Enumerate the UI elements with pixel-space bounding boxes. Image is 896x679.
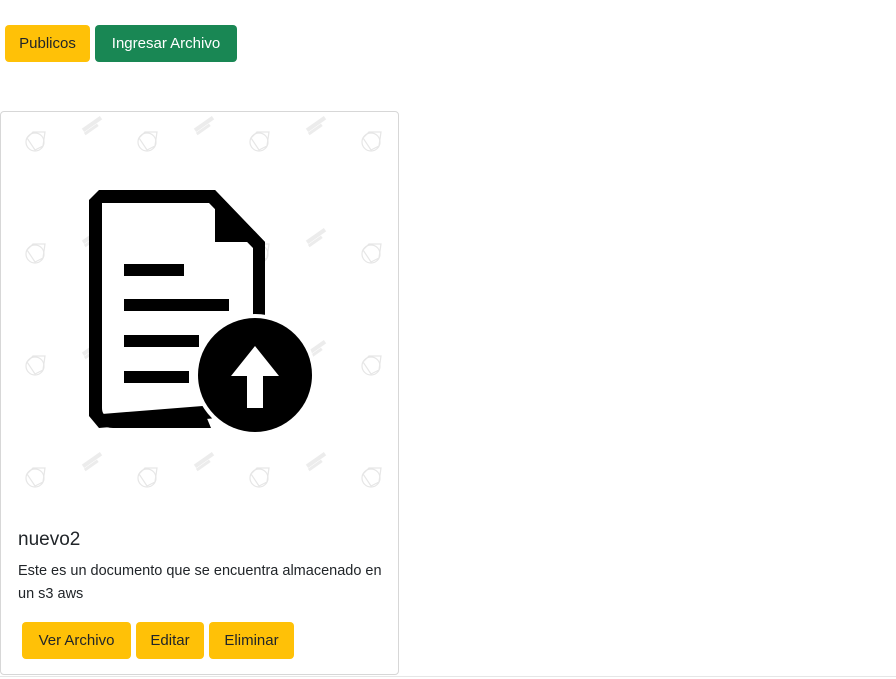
- card-title: nuevo2: [18, 529, 81, 550]
- eliminar-button[interactable]: Eliminar: [209, 622, 294, 659]
- card-description: Este es un documento que se encuentra al…: [18, 563, 382, 602]
- ingresar-archivo-button[interactable]: Ingresar Archivo: [95, 25, 237, 62]
- document-line: [124, 264, 184, 276]
- ver-archivo-button[interactable]: Ver Archivo: [22, 622, 131, 659]
- page-divider: [0, 676, 896, 677]
- publicos-button[interactable]: Publicos: [5, 25, 90, 62]
- document-line: [124, 371, 189, 383]
- file-card: nuevo2 Este es un documento que se encue…: [0, 111, 399, 675]
- document-line: [124, 335, 199, 347]
- editar-button[interactable]: Editar: [136, 622, 204, 659]
- document-upload-icon: [1, 112, 398, 512]
- document-line: [124, 299, 229, 311]
